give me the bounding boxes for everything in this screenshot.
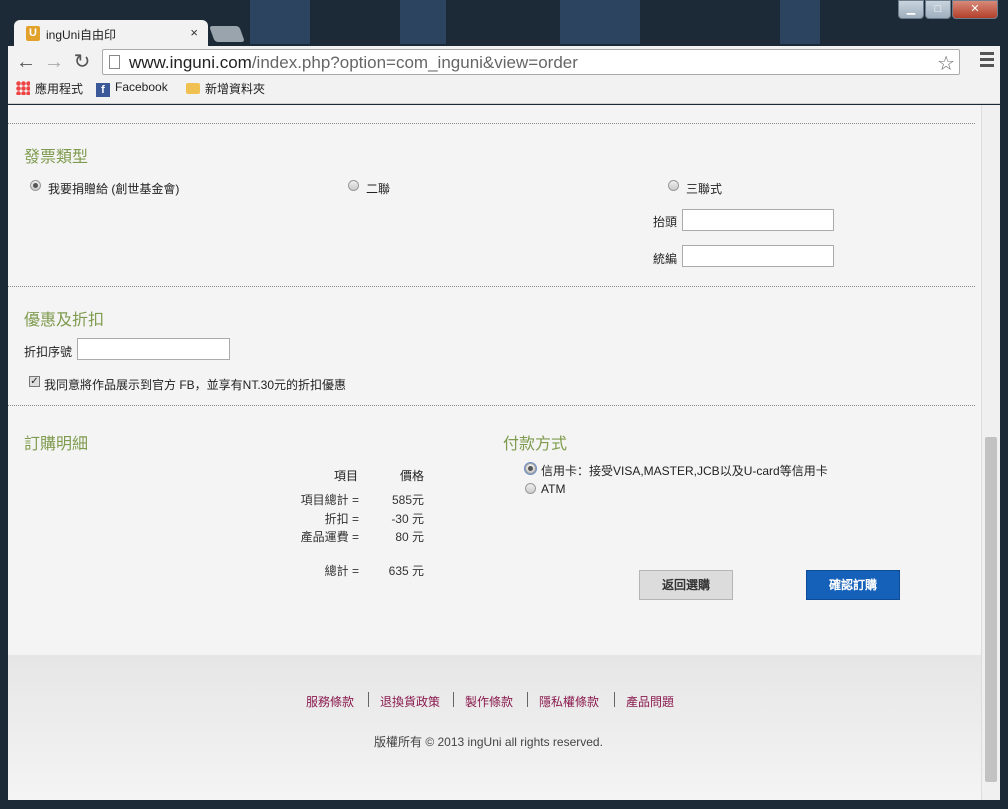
order-row-label: 項目總計 = (300, 493, 359, 507)
folder-icon (186, 83, 200, 94)
page-icon (109, 55, 120, 69)
order-row-label: 折扣 = (324, 512, 359, 526)
payment-credit-card-radio[interactable] (525, 463, 536, 474)
facebook-icon: f (96, 83, 110, 97)
apps-icon (16, 81, 30, 95)
order-row-value: 585元 (391, 493, 424, 507)
payment-section-title: 付款方式 (503, 436, 568, 453)
invoice-donate-radio[interactable] (30, 180, 41, 191)
invoice-tax-id-input[interactable] (682, 245, 834, 267)
url-path: /index.php?option=com_inguni&view=order (251, 53, 578, 72)
page-content: 發票類型 我要捐贈給 (創世基金會) 二聯 三聯式 抬頭 統編 優惠及折扣 折扣… (8, 105, 981, 800)
browser-toolbar: ← → ↻ www.inguni.com/index.php?option=co… (8, 46, 1000, 104)
browser-window: U ingUni自由印 × ▁ □ ✕ ← → ↻ www.inguni.com… (0, 0, 1008, 809)
url-host: www.inguni.com (129, 53, 252, 72)
order-section-title: 訂購明細 (24, 436, 89, 453)
payment-atm-label: ATM (541, 482, 566, 496)
order-row-label: 產品運費 = (300, 530, 359, 544)
divider (8, 123, 975, 124)
page-footer: 服務條款 退換貨政策 製作條款 隱私權條款 產品問題 版權所有 © 2013 i… (8, 655, 981, 800)
browser-tab[interactable]: U ingUni自由印 × (14, 20, 208, 46)
payment-credit-card-label: 信用卡：接受VISA,MASTER,JCB以及U-card等信用卡 (541, 464, 828, 478)
vertical-scrollbar[interactable] (981, 105, 1000, 800)
bookmark-star-icon[interactable]: ☆ (937, 51, 955, 76)
close-window-button[interactable]: ✕ (952, 0, 998, 19)
order-row-value: -30 元 (391, 512, 424, 526)
bookmark-label: Facebook (115, 80, 168, 94)
footer-link-production[interactable]: 製作條款 (465, 693, 513, 710)
agree-fb-label: 我同意將作品展示到官方 FB，並享有NT.30元的折扣優惠 (44, 378, 347, 392)
bookmark-label: 應用程式 (35, 82, 84, 96)
order-row-value: 80 元 (395, 530, 424, 544)
reload-icon[interactable]: ↻ (70, 51, 94, 73)
new-tab-button[interactable] (209, 26, 245, 42)
footer-separator (368, 692, 369, 707)
url-text: www.inguni.com/index.php?option=com_ingu… (129, 53, 578, 73)
divider (8, 405, 975, 406)
bookmark-folder[interactable]: 新增資料夾 (186, 80, 265, 97)
order-total-value: 635 元 (388, 564, 424, 578)
invoice-three-part-radio[interactable] (668, 180, 679, 191)
discount-code-input[interactable] (77, 338, 230, 360)
invoice-section-title: 發票類型 (24, 149, 89, 166)
footer-link-terms[interactable]: 服務條款 (306, 693, 354, 710)
order-col-item: 項目 (334, 469, 359, 483)
order-col-price: 價格 (400, 469, 425, 483)
minimize-button[interactable]: ▁ (898, 0, 924, 19)
footer-link-faq[interactable]: 產品問題 (626, 693, 674, 710)
forward-arrow-icon[interactable]: → (42, 51, 66, 73)
tab-strip: U ingUni自由印 × ▁ □ ✕ (0, 0, 1008, 46)
payment-atm-radio[interactable] (525, 483, 536, 494)
agree-fb-checkbox[interactable]: ✓ (29, 376, 40, 387)
footer-separator (614, 692, 615, 707)
order-form: 發票類型 我要捐贈給 (創世基金會) 二聯 三聯式 抬頭 統編 優惠及折扣 折扣… (8, 105, 981, 655)
footer-separator (453, 692, 454, 707)
maximize-button[interactable]: □ (925, 0, 951, 19)
invoice-three-part-label: 三聯式 (686, 182, 723, 196)
invoice-two-part-label: 二聯 (366, 182, 391, 196)
invoice-tax-id-label: 統編 (653, 252, 678, 266)
copyright-text: 版權所有 © 2013 ingUni all rights reserved. (374, 735, 603, 749)
discount-code-label: 折扣序號 (24, 345, 73, 359)
window-frame-bottom (0, 800, 1008, 809)
tab-title: ingUni自由印 (46, 28, 117, 42)
address-bar[interactable]: www.inguni.com/index.php?option=com_ingu… (102, 49, 960, 75)
invoice-two-part-radio[interactable] (348, 180, 359, 191)
footer-separator (527, 692, 528, 707)
invoice-header-label: 抬頭 (653, 215, 678, 229)
chrome-menu-icon[interactable] (980, 52, 994, 70)
back-arrow-icon[interactable]: ← (14, 51, 38, 73)
site-favicon-icon: U (26, 26, 40, 41)
bookmark-facebook[interactable]: f Facebook (96, 80, 168, 97)
invoice-donate-label: 我要捐贈給 (創世基金會) (48, 182, 180, 196)
tab-close-icon[interactable]: × (190, 25, 198, 40)
order-total-label: 總計 = (324, 564, 359, 578)
back-to-shopping-button[interactable]: 返回選購 (639, 570, 733, 600)
invoice-header-input[interactable] (682, 209, 834, 231)
confirm-order-button[interactable]: 確認訂購 (806, 570, 900, 600)
scrollbar-thumb[interactable] (985, 437, 997, 782)
bookmark-apps[interactable]: 應用程式 (16, 80, 83, 97)
discount-section-title: 優惠及折扣 (24, 312, 105, 329)
footer-link-privacy[interactable]: 隱私權條款 (539, 693, 599, 710)
bookmark-label: 新增資料夾 (205, 82, 266, 96)
footer-link-returns[interactable]: 退換貨政策 (380, 693, 440, 710)
divider (8, 286, 975, 287)
